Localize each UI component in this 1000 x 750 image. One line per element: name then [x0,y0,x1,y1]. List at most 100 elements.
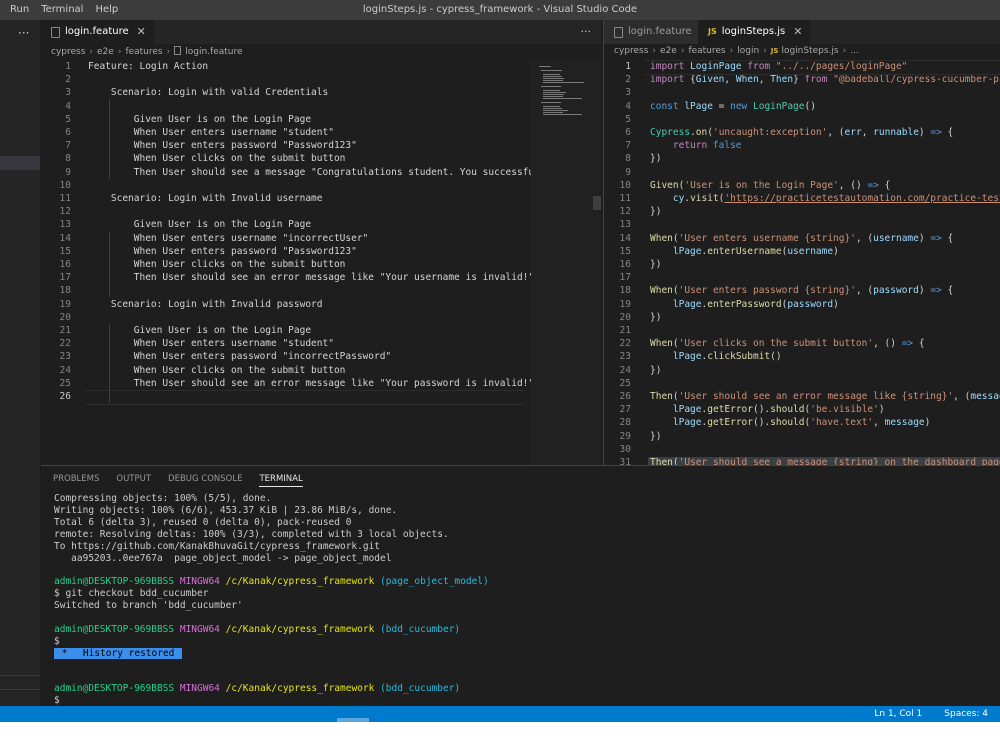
code-line[interactable]: 19 lPage.enterPassword(password) [604,298,1000,311]
code-line[interactable]: 10 [41,179,531,192]
code-line[interactable]: 11 Scenario: Login with Invalid username [41,192,531,205]
code-line[interactable]: 4 const lPage = new LoginPage() [604,100,1000,113]
code-token: runnable [873,127,919,138]
cursor-position[interactable]: Ln 1, Col 1 [874,706,922,722]
line-number: 8 [625,153,631,165]
breadcrumb-item[interactable]: loginSteps.js [781,46,838,56]
code-line[interactable]: 30 [604,443,1000,456]
breadcrumb-item[interactable]: login [737,46,759,56]
code-line[interactable]: 1 Feature: Login Action [41,60,531,73]
close-icon[interactable]: ✕ [137,20,146,44]
code-line[interactable]: 13 [604,218,1000,231]
code-line[interactable]: 28 lPage.getError().should('have.text', … [604,416,1000,429]
code-line[interactable]: 8 When User clicks on the submit button [41,152,531,165]
minimap[interactable] [531,60,599,465]
code-line[interactable]: 12}) [604,205,1000,218]
code-line[interactable]: 9 Then User should see a message "Congra… [41,166,562,179]
breadcrumb-item[interactable]: cypress [614,46,648,56]
code-line[interactable]: 7 return false [604,139,1000,152]
code-line[interactable]: 6 When User enters username "student" [41,126,531,139]
terminal-line: Compressing objects: 100% (5/5), done. [54,493,271,505]
breadcrumb-item[interactable]: e2e [97,47,114,57]
code-line[interactable]: 22 When('User clicks on the submit button… [604,337,1000,350]
breadcrumb-item[interactable]: ... [850,46,859,56]
tab-debug-console[interactable]: DEBUG CONSOLE [168,474,242,487]
code-line[interactable]: 14 When('User enters username {string}', … [604,232,1000,245]
code-line[interactable]: 21 Given User is on the Login Page [41,324,531,337]
code-line[interactable]: 4 [41,100,531,113]
tab-output[interactable]: OUTPUT [116,474,151,487]
code-line[interactable]: 2 [41,73,531,86]
more-actions-icon[interactable]: ··· [581,25,592,38]
menu-run[interactable]: Run [4,0,35,20]
terminal-line: remote: Resolving deltas: 100% (3/3), co… [54,529,449,541]
menu-help[interactable]: Help [89,0,124,20]
code-line[interactable]: 9 [604,166,1000,179]
tab-loginsteps-js[interactable]: JS loginSteps.js ✕ [698,20,811,44]
editor-group-right: login.feature JS loginSteps.js ✕ cypress… [603,20,1000,465]
breadcrumb-item[interactable]: login.feature [185,47,242,57]
line-number: 17 [59,272,71,284]
code-line[interactable]: 23 When User enters password "incorrectP… [41,350,531,363]
code-line[interactable]: 10 Given('User is on the Login Page', () … [604,179,1000,192]
tab-terminal[interactable]: TERMINAL [259,474,303,487]
code-line[interactable]: 21 [604,324,1000,337]
tab-problems[interactable]: PROBLEMS [53,474,99,487]
terminal-line: * History restored [54,647,183,660]
code-line[interactable]: 20}) [604,311,1000,324]
code-line[interactable]: 15 When User enters password "Password12… [41,245,531,258]
minimap-line [543,106,561,107]
code-line[interactable]: 16 When User clicks on the submit button [41,258,531,271]
line-number: 13 [59,219,71,231]
code-line[interactable]: 24}) [604,364,1000,377]
code-line[interactable]: 29}) [604,430,1000,443]
code-line[interactable]: 20 [41,311,531,324]
tab-login-feature[interactable]: login.feature [604,20,700,44]
sidebar-more-icon[interactable]: ··· [18,26,29,40]
vertical-scrollbar[interactable] [593,196,601,210]
code-line[interactable]: 7 When User enters password "Password123… [41,139,531,152]
code-line[interactable]: 17 Then User should see an error message… [41,271,535,284]
code-line[interactable]: 3 [604,86,1000,99]
code-line[interactable]: 2 import {Given, When, Then} from "@badeb… [604,73,1000,86]
code-line[interactable]: 3 Scenario: Login with valid Credentials [41,86,531,99]
code-line[interactable]: 27 lPage.getError().should('be.visible') [604,403,1000,416]
code-line[interactable]: 18 When('User enters password {string}', … [604,284,1000,297]
code-line[interactable]: 26 Then('User should see an error message… [604,390,1000,403]
code-line[interactable]: 6 Cypress.on('uncaught:exception', (err, … [604,126,1000,139]
tab-login-feature[interactable]: login.feature ✕ [41,20,154,44]
code-token: ) [833,298,839,310]
code-line[interactable]: 22 When User enters username "student" [41,337,531,350]
code-line[interactable]: 24 When User clicks on the submit button [41,364,531,377]
code-line[interactable]: 19 Scenario: Login with Invalid password [41,298,531,311]
code-line[interactable]: 23 lPage.clickSubmit() [604,350,1000,363]
code-line[interactable]: 5 Given User is on the Login Page [41,113,531,126]
minimap-line [543,108,563,109]
code-line[interactable]: 16}) [604,258,1000,271]
code-line[interactable]: 15 lPage.enterUsername(username) [604,245,1000,258]
breadcrumb-item[interactable]: features [125,47,162,57]
breadcrumb-item[interactable]: cypress [51,47,85,57]
minimap-line [543,98,582,99]
code-token: 'User clicks on the submit button' [678,338,874,350]
code-line[interactable]: 25 [604,377,1000,390]
code-line[interactable]: 11 cy.visit('https://practicetestautomat… [604,192,1000,205]
breadcrumb-item[interactable]: features [688,46,725,56]
code-line[interactable]: 18 [41,284,531,297]
code-line[interactable]: 31 Then('User should see a message {strin… [604,456,1000,465]
sidebar-selected-item[interactable] [0,156,40,170]
code-line[interactable]: 12 [41,205,531,218]
code-line[interactable]: 17 [604,271,1000,284]
code-line[interactable]: 14 When User enters username "incorrectU… [41,232,531,245]
close-icon[interactable]: ✕ [793,20,802,44]
code-line-text: lPage.clickSubmit() [650,350,782,363]
code-line-text: Given User is on the Login Page [88,219,312,231]
code-line[interactable]: 5 [604,113,1000,126]
menu-terminal[interactable]: Terminal [35,0,89,20]
code-line[interactable]: 13 Given User is on the Login Page [41,218,531,231]
code-token: password [787,298,834,310]
indentation[interactable]: Spaces: 4 [944,706,988,722]
breadcrumb-item[interactable]: e2e [660,46,677,56]
code-line[interactable]: 8}) [604,152,1000,165]
code-line[interactable]: 25 Then User should see an error message… [41,377,535,390]
